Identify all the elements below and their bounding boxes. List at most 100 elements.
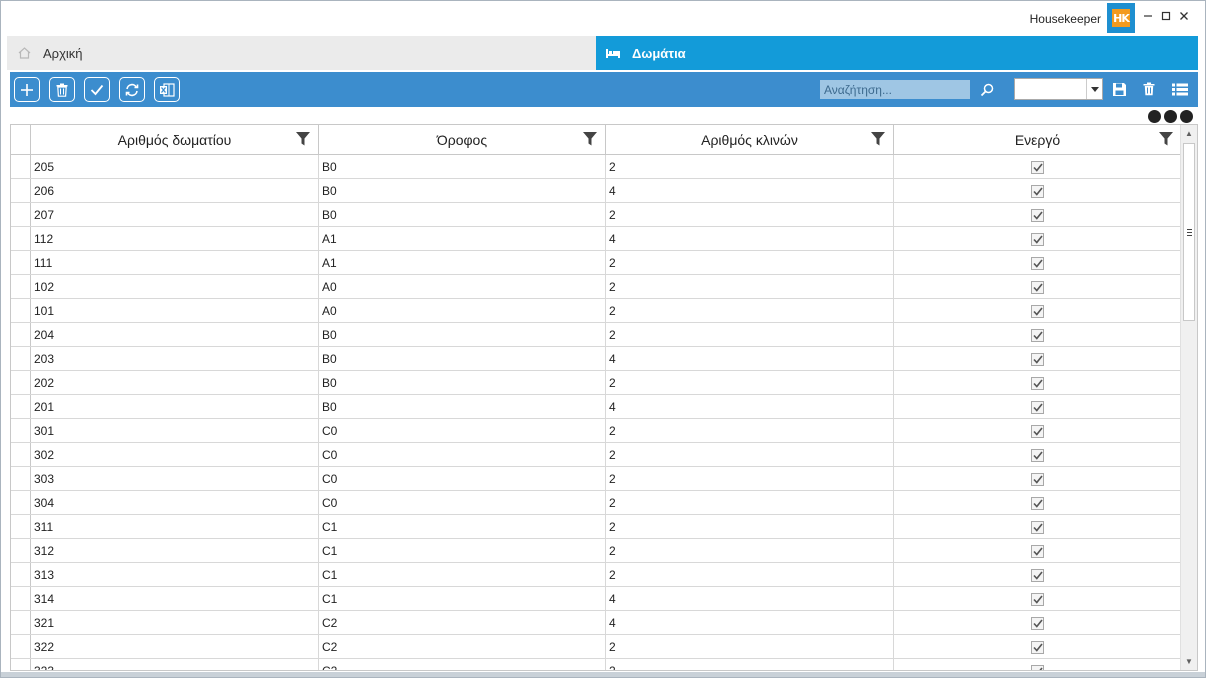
- active-cell[interactable]: [894, 635, 1182, 659]
- room-number-cell[interactable]: 101: [31, 299, 319, 323]
- beds-cell[interactable]: 2: [606, 539, 894, 563]
- floor-cell[interactable]: B0: [319, 395, 606, 419]
- room-number-cell[interactable]: 322: [31, 635, 319, 659]
- row-selector[interactable]: [11, 275, 31, 298]
- floor-cell[interactable]: C0: [319, 419, 606, 443]
- row-selector[interactable]: [11, 323, 31, 346]
- refresh-button[interactable]: [119, 77, 145, 102]
- delete-layout-button[interactable]: [1140, 80, 1158, 98]
- table-row[interactable]: 201 B0 4: [11, 395, 1182, 419]
- room-number-cell[interactable]: 323: [31, 659, 319, 670]
- search-input[interactable]: [820, 80, 970, 99]
- table-row[interactable]: 321 C2 4: [11, 611, 1182, 635]
- row-selector[interactable]: [11, 395, 31, 418]
- room-number-cell[interactable]: 205: [31, 155, 319, 179]
- row-selector[interactable]: [11, 419, 31, 442]
- beds-cell[interactable]: 2: [606, 299, 894, 323]
- floor-cell[interactable]: C1: [319, 539, 606, 563]
- floor-cell[interactable]: B0: [319, 155, 606, 179]
- floor-cell[interactable]: A0: [319, 275, 606, 299]
- beds-cell[interactable]: 4: [606, 611, 894, 635]
- table-row[interactable]: 303 C0 2: [11, 467, 1182, 491]
- save-button[interactable]: [1110, 80, 1128, 98]
- room-number-cell[interactable]: 311: [31, 515, 319, 539]
- active-cell[interactable]: [894, 395, 1182, 419]
- beds-cell[interactable]: 2: [606, 203, 894, 227]
- beds-cell[interactable]: 4: [606, 395, 894, 419]
- row-selector[interactable]: [11, 563, 31, 586]
- tab-rooms[interactable]: Δωμάτια: [596, 36, 1198, 70]
- table-row[interactable]: 301 C0 2: [11, 419, 1182, 443]
- row-selector[interactable]: [11, 251, 31, 274]
- active-checkbox[interactable]: [1031, 472, 1044, 486]
- active-checkbox[interactable]: [1031, 304, 1044, 318]
- table-row[interactable]: 313 C1 2: [11, 563, 1182, 587]
- active-checkbox[interactable]: [1031, 424, 1044, 438]
- active-checkbox[interactable]: [1031, 232, 1044, 246]
- column-header-room-number[interactable]: Αριθμός δωματίου: [31, 125, 319, 155]
- table-row[interactable]: 102 A0 2: [11, 275, 1182, 299]
- column-header-beds[interactable]: Αριθμός κλινών: [606, 125, 894, 155]
- table-row[interactable]: 202 B0 2: [11, 371, 1182, 395]
- row-selector[interactable]: [11, 227, 31, 250]
- room-number-cell[interactable]: 102: [31, 275, 319, 299]
- table-row[interactable]: 312 C1 2: [11, 539, 1182, 563]
- floor-cell[interactable]: A1: [319, 251, 606, 275]
- active-cell[interactable]: [894, 203, 1182, 227]
- table-row[interactable]: 323 C2 2: [11, 659, 1182, 670]
- active-checkbox[interactable]: [1031, 448, 1044, 462]
- beds-cell[interactable]: 4: [606, 587, 894, 611]
- floor-cell[interactable]: A0: [319, 299, 606, 323]
- row-selector[interactable]: [11, 491, 31, 514]
- floor-cell[interactable]: C2: [319, 659, 606, 670]
- room-number-cell[interactable]: 301: [31, 419, 319, 443]
- active-cell[interactable]: [894, 419, 1182, 443]
- filter-icon[interactable]: [583, 132, 597, 146]
- active-cell[interactable]: [894, 659, 1182, 670]
- row-selector[interactable]: [11, 179, 31, 202]
- active-checkbox[interactable]: [1031, 352, 1044, 366]
- confirm-button[interactable]: [84, 77, 110, 102]
- table-row[interactable]: 204 B0 2: [11, 323, 1182, 347]
- row-selector[interactable]: [11, 443, 31, 466]
- active-checkbox[interactable]: [1031, 376, 1044, 390]
- row-selector[interactable]: [11, 371, 31, 394]
- search-button[interactable]: [978, 80, 996, 99]
- floor-cell[interactable]: B0: [319, 323, 606, 347]
- beds-cell[interactable]: 2: [606, 467, 894, 491]
- table-row[interactable]: 314 C1 4: [11, 587, 1182, 611]
- scroll-thumb[interactable]: [1183, 143, 1195, 321]
- room-number-cell[interactable]: 207: [31, 203, 319, 227]
- active-cell[interactable]: [894, 467, 1182, 491]
- active-cell[interactable]: [894, 611, 1182, 635]
- table-row[interactable]: 112 A1 4: [11, 227, 1182, 251]
- room-number-cell[interactable]: 204: [31, 323, 319, 347]
- active-checkbox[interactable]: [1031, 640, 1044, 654]
- beds-cell[interactable]: 2: [606, 563, 894, 587]
- floor-cell[interactable]: B0: [319, 203, 606, 227]
- floor-cell[interactable]: C0: [319, 467, 606, 491]
- row-selector[interactable]: [11, 635, 31, 658]
- active-cell[interactable]: [894, 347, 1182, 371]
- row-selector[interactable]: [11, 155, 31, 178]
- vertical-scrollbar[interactable]: ▲ ▼: [1180, 125, 1197, 670]
- active-cell[interactable]: [894, 155, 1182, 179]
- beds-cell[interactable]: 2: [606, 635, 894, 659]
- active-cell[interactable]: [894, 371, 1182, 395]
- minimize-button[interactable]: [1141, 10, 1155, 24]
- room-number-cell[interactable]: 304: [31, 491, 319, 515]
- active-checkbox[interactable]: [1031, 544, 1044, 558]
- scroll-down-icon[interactable]: ▼: [1181, 653, 1197, 670]
- active-checkbox[interactable]: [1031, 664, 1044, 670]
- room-number-cell[interactable]: 321: [31, 611, 319, 635]
- floor-cell[interactable]: C1: [319, 515, 606, 539]
- filter-icon[interactable]: [871, 132, 885, 146]
- room-number-cell[interactable]: 111: [31, 251, 319, 275]
- delete-button[interactable]: [49, 77, 75, 102]
- active-checkbox[interactable]: [1031, 400, 1044, 414]
- active-cell[interactable]: [894, 587, 1182, 611]
- floor-cell[interactable]: C0: [319, 443, 606, 467]
- active-cell[interactable]: [894, 275, 1182, 299]
- active-checkbox[interactable]: [1031, 160, 1044, 174]
- table-row[interactable]: 302 C0 2: [11, 443, 1182, 467]
